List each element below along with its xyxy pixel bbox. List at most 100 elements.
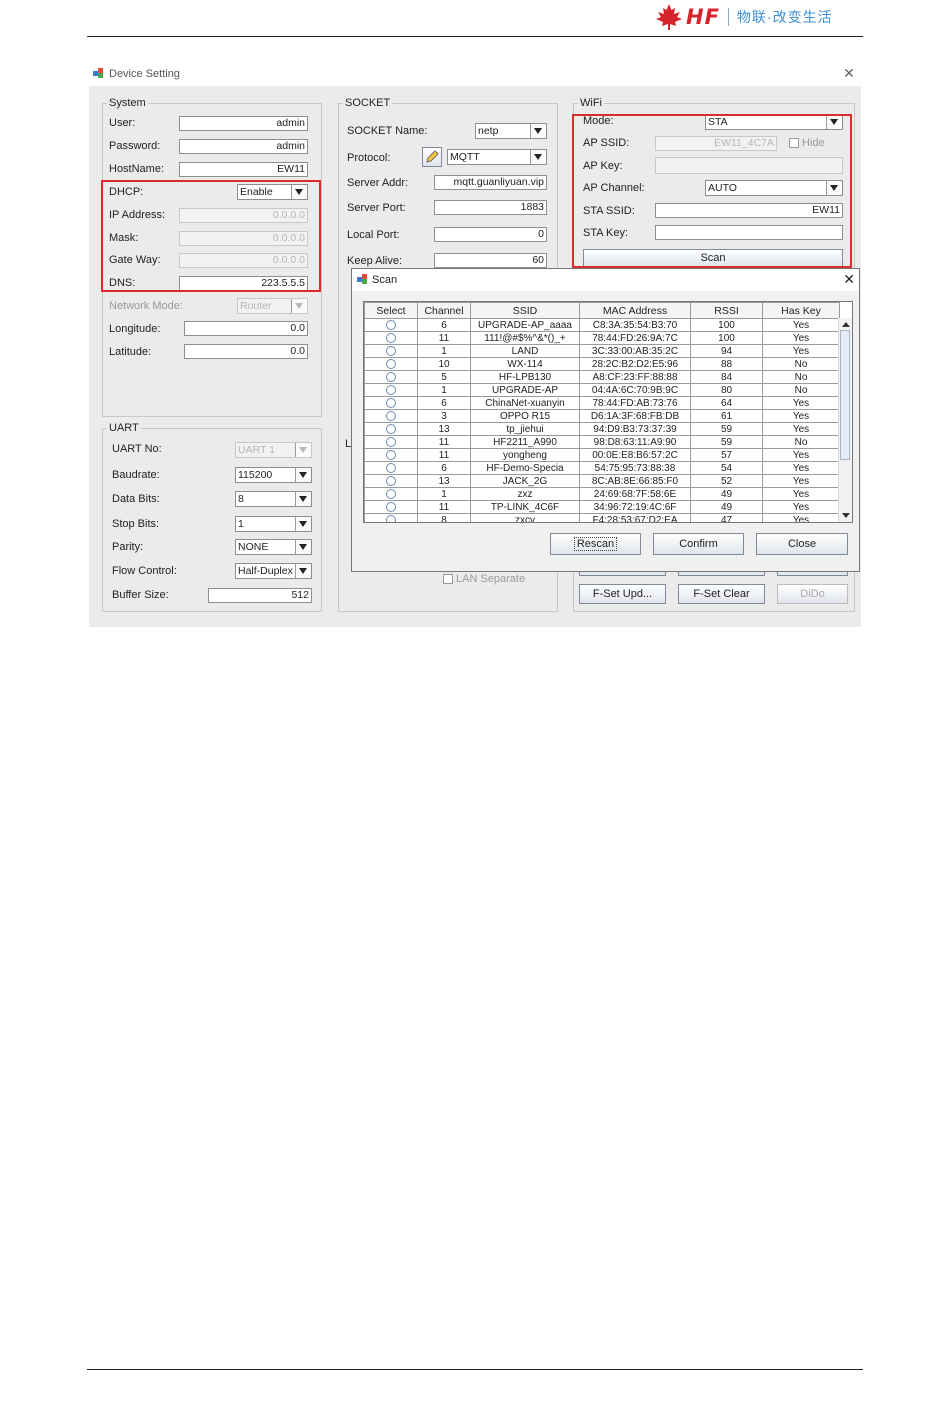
table-row[interactable]: 11 yongheng 00:0E:E8:B6:57:2C 57 Yes	[364, 448, 840, 462]
column-header[interactable]: RSSI	[690, 302, 763, 319]
select-cell[interactable]	[364, 357, 418, 371]
select-cell[interactable]	[364, 500, 418, 514]
select-cell[interactable]	[364, 474, 418, 488]
has-key-cell: Yes	[762, 474, 840, 488]
select-radio[interactable]	[386, 371, 396, 382]
server-addr-label: Server Addr:	[347, 177, 409, 189]
scroll-up-icon[interactable]	[842, 322, 850, 327]
select-radio[interactable]	[386, 384, 396, 395]
select-cell[interactable]	[364, 435, 418, 449]
mac-cell: F4:28:53:67:D2:EA	[579, 513, 691, 522]
select-cell[interactable]	[364, 318, 418, 332]
ssid-cell: OPPO R15	[470, 409, 580, 423]
mac-cell: C8:3A:35:54:B3:70	[579, 318, 691, 332]
longitude-field[interactable]: 0.0	[184, 321, 308, 336]
select-cell[interactable]	[364, 383, 418, 397]
select-cell[interactable]	[364, 448, 418, 462]
password-field[interactable]: admin	[179, 139, 308, 154]
select-radio[interactable]	[386, 410, 396, 421]
select-cell[interactable]	[364, 513, 418, 522]
parity-value: NONE	[238, 541, 269, 553]
table-row[interactable]: 6 ChinaNet-xuanyin 78:44:FD:AB:73:76 64 Yes	[364, 396, 840, 410]
select-radio[interactable]	[386, 488, 396, 499]
table-row[interactable]: 11 111!@#$%^&*()_+ 78:44:FD:26:9A:7C 100 Yes	[364, 331, 840, 345]
column-header[interactable]: Channel	[417, 302, 471, 319]
table-row[interactable]: 1 zxz 24:69:68:7F:58:6E 49 Yes	[364, 487, 840, 501]
table-row[interactable]: 6 HF-Demo-Specia 54:75:95:73:88:38 54 Yes	[364, 461, 840, 475]
select-radio[interactable]	[386, 332, 396, 343]
parity-select[interactable]: NONE	[235, 539, 312, 555]
baudrate-select[interactable]: 115200	[235, 467, 312, 483]
column-header[interactable]: MAC Address	[579, 302, 691, 319]
maple-leaf-icon	[656, 4, 682, 30]
socket-name-select[interactable]: netp	[475, 123, 547, 139]
vertical-scrollbar[interactable]	[838, 318, 852, 522]
select-radio[interactable]	[386, 423, 396, 434]
scrollbar-thumb[interactable]	[840, 330, 850, 460]
mac-cell: 00:0E:E8:B6:57:2C	[579, 448, 691, 462]
table-row[interactable]: 8 zxcv F4:28:53:67:D2:EA 47 Yes	[364, 513, 840, 522]
table-row[interactable]: 11 HF2211_A990 98:D8:63:11:A9:90 59 No	[364, 435, 840, 449]
select-cell[interactable]	[364, 461, 418, 475]
data-bits-select[interactable]: 8	[235, 491, 312, 507]
table-row[interactable]: 1 LAND 3C:33:00:AB:35:2C 94 Yes	[364, 344, 840, 358]
table-row[interactable]: 13 tp_jiehui 94:D9:B3:73:37:39 59 Yes	[364, 422, 840, 436]
keep-alive-field[interactable]: 60	[434, 253, 547, 268]
server-port-field[interactable]: 1883	[434, 200, 547, 215]
channel-cell: 1	[417, 383, 471, 397]
server-addr-field[interactable]: mqtt.guanliyuan.vip	[434, 175, 547, 190]
protocol-select[interactable]: MQTT	[447, 149, 547, 165]
fset-upload-button[interactable]: F-Set Upd...	[579, 584, 666, 604]
buffer-size-field[interactable]: 512	[208, 588, 312, 603]
table-row[interactable]: 1 UPGRADE-AP 04:4A:6C:70:9B:9C 80 No	[364, 383, 840, 397]
edit-protocol-button[interactable]	[422, 147, 442, 167]
select-radio[interactable]	[386, 462, 396, 473]
select-radio[interactable]	[386, 319, 396, 330]
hostname-field[interactable]: EW11	[179, 162, 308, 177]
lan-separate-checkbox[interactable]	[443, 574, 453, 584]
select-radio[interactable]	[386, 514, 396, 522]
parity-label: Parity:	[112, 541, 144, 553]
select-radio[interactable]	[386, 475, 396, 486]
table-row[interactable]: 3 OPPO R15 D6:1A:3F:68:FB:DB 61 Yes	[364, 409, 840, 423]
user-field[interactable]: admin	[179, 116, 308, 131]
table-row[interactable]: 5 HF-LPB130 A8:CF:23:FF:88:88 84 No	[364, 370, 840, 384]
has-key-cell: No	[762, 357, 840, 371]
scan-title: Scan	[372, 274, 398, 286]
table-row[interactable]: 13 JACK_2G 8C:AB:8E:66:85:F0 52 Yes	[364, 474, 840, 488]
confirm-button[interactable]: Confirm	[653, 533, 744, 555]
column-header[interactable]: SSID	[470, 302, 580, 319]
select-cell[interactable]	[364, 422, 418, 436]
select-cell[interactable]	[364, 331, 418, 345]
scroll-down-icon[interactable]	[842, 513, 850, 518]
rescan-button[interactable]: Rescan	[550, 533, 641, 555]
mac-cell: 94:D9:B3:73:37:39	[579, 422, 691, 436]
local-port-field[interactable]: 0	[434, 227, 547, 242]
table-row[interactable]: 6 UPGRADE-AP_aaaa C8:3A:35:54:B3:70 100 Yes	[364, 318, 840, 332]
select-radio[interactable]	[386, 501, 396, 512]
select-radio[interactable]	[386, 358, 396, 369]
close-button[interactable]: Close	[756, 533, 848, 555]
select-cell[interactable]	[364, 487, 418, 501]
select-radio[interactable]	[386, 449, 396, 460]
select-radio[interactable]	[386, 345, 396, 356]
select-cell[interactable]	[364, 344, 418, 358]
latitude-field[interactable]: 0.0	[184, 344, 308, 359]
select-cell[interactable]	[364, 370, 418, 384]
table-row[interactable]: 10 WX-114 28:2C:B2:D2:E5:96 88 No	[364, 357, 840, 371]
column-header[interactable]: Has Key	[762, 302, 840, 319]
flow-control-select[interactable]: Half-Duplex	[235, 563, 312, 579]
select-radio[interactable]	[386, 436, 396, 447]
dido-button[interactable]: DiDo	[777, 584, 848, 604]
select-cell[interactable]	[364, 396, 418, 410]
close-icon[interactable]: ✕	[841, 65, 857, 81]
select-cell[interactable]	[364, 409, 418, 423]
column-header[interactable]: Select	[364, 302, 418, 319]
fset-clear-button[interactable]: F-Set Clear	[678, 584, 765, 604]
ssid-cell: UPGRADE-AP_aaaa	[470, 318, 580, 332]
close-icon[interactable]: ✕	[843, 271, 855, 288]
stop-bits-select[interactable]: 1	[235, 516, 312, 532]
table-row[interactable]: 11 TP-LINK_4C6F 34:96:72:19:4C:6F 49 Yes	[364, 500, 840, 514]
select-radio[interactable]	[386, 397, 396, 408]
rescan-label: Rescan	[573, 537, 618, 551]
